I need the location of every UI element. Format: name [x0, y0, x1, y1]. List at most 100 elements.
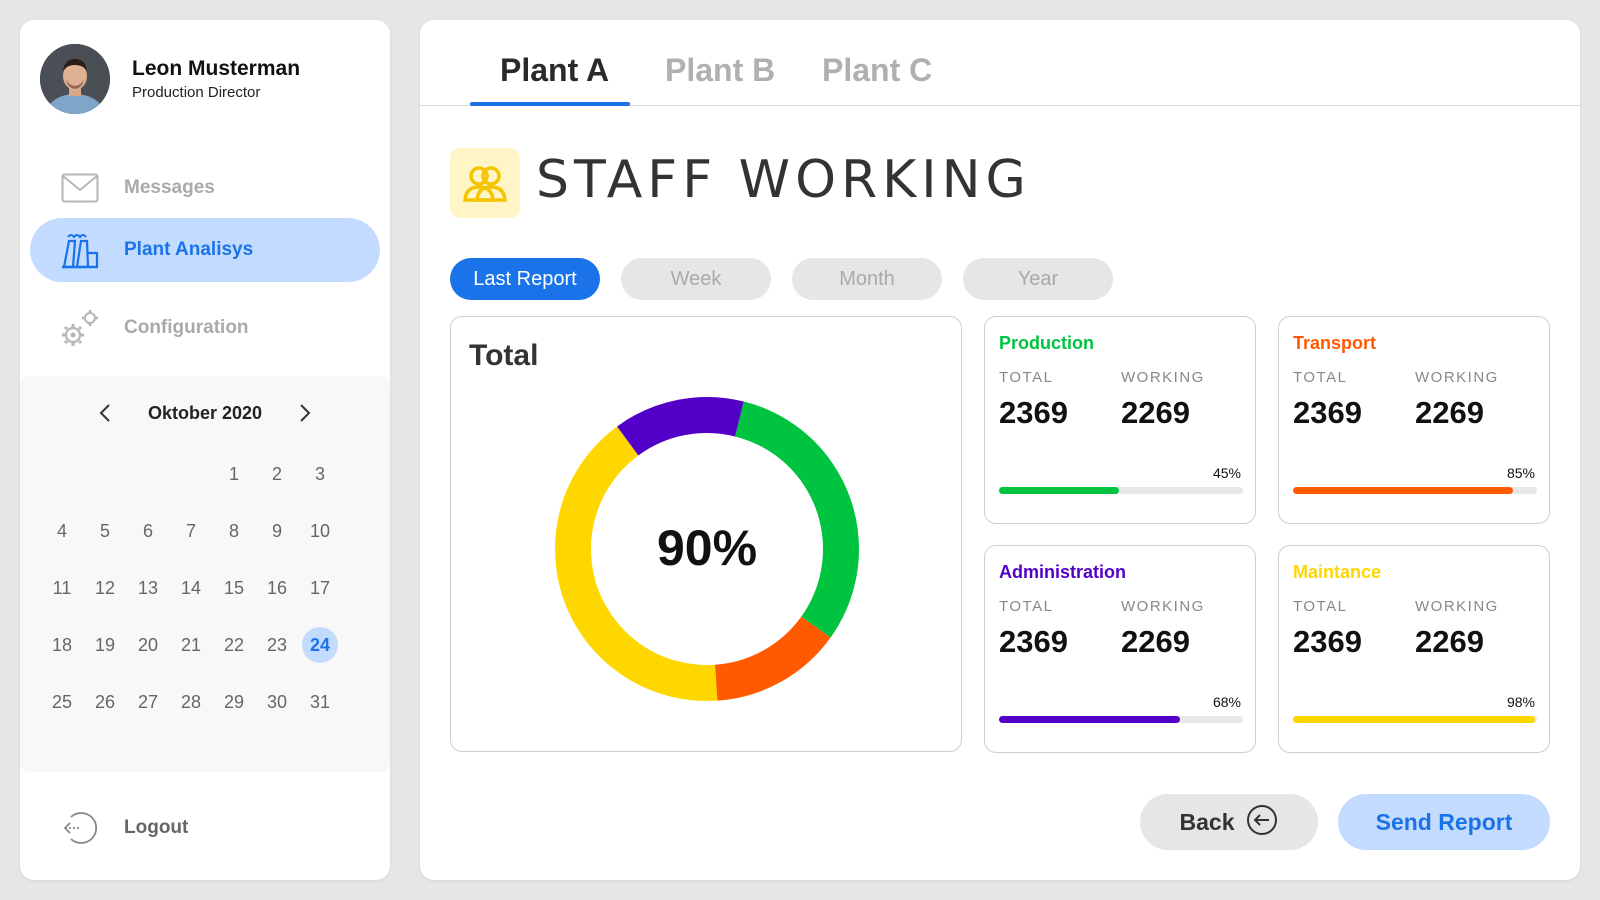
total-label: TOTAL — [999, 369, 1054, 386]
logout-icon — [58, 806, 102, 850]
calendar-day[interactable]: 10 — [302, 513, 338, 549]
nav-logout[interactable]: Logout — [30, 796, 380, 860]
user-profile: Leon Musterman Production Director — [40, 44, 300, 114]
calendar-day[interactable]: 17 — [302, 570, 338, 606]
avatar[interactable] — [40, 44, 110, 114]
progress-fill — [999, 716, 1180, 723]
calendar-day[interactable]: 2 — [259, 456, 295, 492]
working-value: 2269 — [1121, 395, 1190, 430]
nav-logout-label: Logout — [124, 817, 189, 838]
gears-icon — [58, 306, 102, 350]
calendar-day[interactable]: 26 — [87, 684, 123, 720]
calendar-day[interactable]: 9 — [259, 513, 295, 549]
nav-plant-analysis[interactable]: Plant Analisys — [30, 218, 380, 282]
card-production: Production TOTAL WORKING 2369 2269 45% — [984, 316, 1256, 524]
nav-configuration-label: Configuration — [124, 317, 249, 338]
calendar-day[interactable]: 14 — [173, 570, 209, 606]
card-title: Administration — [999, 562, 1127, 582]
chevron-left-icon[interactable] — [85, 400, 125, 426]
back-button-label: Back — [1179, 808, 1235, 835]
calendar-day[interactable]: 22 — [216, 627, 252, 663]
progress-track — [999, 487, 1243, 494]
progress-track — [999, 716, 1243, 723]
calendar-day[interactable]: 12 — [87, 570, 123, 606]
tab-plant-a[interactable]: Plant A — [500, 52, 609, 89]
working-value: 2269 — [1415, 624, 1484, 659]
filter-year[interactable]: Year — [963, 258, 1113, 300]
calendar-day[interactable]: 5 — [87, 513, 123, 549]
calendar-day[interactable]: 3 — [302, 456, 338, 492]
calendar-day[interactable]: 25 — [44, 684, 80, 720]
nav-messages[interactable]: Messages — [30, 156, 380, 220]
calendar-empty-cell — [173, 456, 209, 492]
send-report-label: Send Report — [1375, 808, 1513, 835]
tab-plant-c[interactable]: Plant C — [822, 52, 932, 89]
factory-icon — [58, 228, 102, 272]
calendar-empty-cell — [87, 456, 123, 492]
calendar-day[interactable]: 6 — [130, 513, 166, 549]
card-maintance: Maintance TOTAL WORKING 2369 2269 98% — [1278, 545, 1550, 753]
filter-month[interactable]: Month — [792, 258, 942, 300]
calendar-day[interactable]: 8 — [216, 513, 252, 549]
total-card: Total 90% — [450, 316, 962, 752]
chevron-right-icon[interactable] — [285, 400, 325, 426]
calendar-empty-cell — [44, 456, 80, 492]
envelope-icon — [58, 166, 102, 210]
calendar-day[interactable]: 29 — [216, 684, 252, 720]
total-value: 2369 — [1293, 395, 1362, 430]
filter-last-report[interactable]: Last Report — [450, 258, 600, 300]
plant-tabs: Plant A Plant B Plant C — [420, 20, 1580, 106]
calendar-day[interactable]: 21 — [173, 627, 209, 663]
calendar-day[interactable]: 13 — [130, 570, 166, 606]
percent-label: 85% — [1506, 465, 1535, 481]
percent-label: 68% — [1212, 694, 1241, 710]
section-title: STAFF WORKING — [536, 150, 1031, 210]
progress-track — [1293, 487, 1537, 494]
total-label: TOTAL — [999, 598, 1054, 615]
total-value: 2369 — [1293, 624, 1362, 659]
calendar-day[interactable]: 23 — [259, 627, 295, 663]
total-label: TOTAL — [1293, 369, 1348, 386]
card-title: Production — [999, 333, 1094, 353]
calendar-day[interactable]: 1 — [216, 456, 252, 492]
card-title: Transport — [1293, 333, 1377, 353]
working-value: 2269 — [1121, 624, 1190, 659]
nav-configuration[interactable]: Configuration — [30, 296, 380, 360]
calendar-day[interactable]: 11 — [44, 570, 80, 606]
donut-center-value: 90% — [657, 520, 757, 576]
calendar-day[interactable]: 4 — [44, 513, 80, 549]
calendar-day[interactable]: 19 — [87, 627, 123, 663]
calendar-grid: 1 2 3 4 5 6 7 8 9 10 11 12 13 14 15 16 17 18 19 20 21 22 23 24 2… — [44, 456, 364, 720]
calendar-day-selected[interactable]: 24 — [302, 627, 338, 663]
total-value: 2369 — [999, 624, 1068, 659]
calendar-day[interactable]: 16 — [259, 570, 295, 606]
calendar-day[interactable]: 18 — [44, 627, 80, 663]
working-value: 2269 — [1415, 395, 1484, 430]
calendar-month: Oktober 2020 — [147, 402, 263, 423]
card-administration: Administration TOTAL WORKING 2369 2269 6… — [984, 545, 1256, 753]
calendar-day[interactable]: 7 — [173, 513, 209, 549]
calendar: Oktober 2020 1 2 3 4 5 6 7 8 9 10 11 12 13 14 15 16 17 18… — [20, 376, 390, 772]
percent-label: 98% — [1506, 694, 1535, 710]
calendar-day[interactable]: 15 — [216, 570, 252, 606]
total-title: Total — [469, 339, 539, 372]
active-tab-indicator — [470, 102, 630, 106]
filter-week[interactable]: Week — [621, 258, 771, 300]
calendar-day[interactable]: 31 — [302, 684, 338, 720]
calendar-day[interactable]: 28 — [173, 684, 209, 720]
send-report-button[interactable]: Send Report — [1338, 794, 1550, 850]
progress-fill — [1293, 487, 1513, 494]
users-icon — [450, 148, 520, 218]
card-transport: Transport TOTAL WORKING 2369 2269 85% — [1278, 316, 1550, 524]
calendar-day[interactable]: 30 — [259, 684, 295, 720]
tab-plant-b[interactable]: Plant B — [665, 52, 775, 89]
sidebar: Leon Musterman Production Director Messa… — [20, 20, 390, 880]
user-name: Leon Musterman — [132, 57, 301, 80]
calendar-day[interactable]: 20 — [130, 627, 166, 663]
progress-fill — [1293, 716, 1535, 723]
main-panel: Plant A Plant B Plant C STAFF WORKING La… — [420, 20, 1580, 880]
working-label: WORKING — [1121, 369, 1205, 386]
nav-plant-label: Plant Analisys — [124, 239, 254, 260]
back-button[interactable]: Back — [1140, 794, 1318, 850]
calendar-day[interactable]: 27 — [130, 684, 166, 720]
